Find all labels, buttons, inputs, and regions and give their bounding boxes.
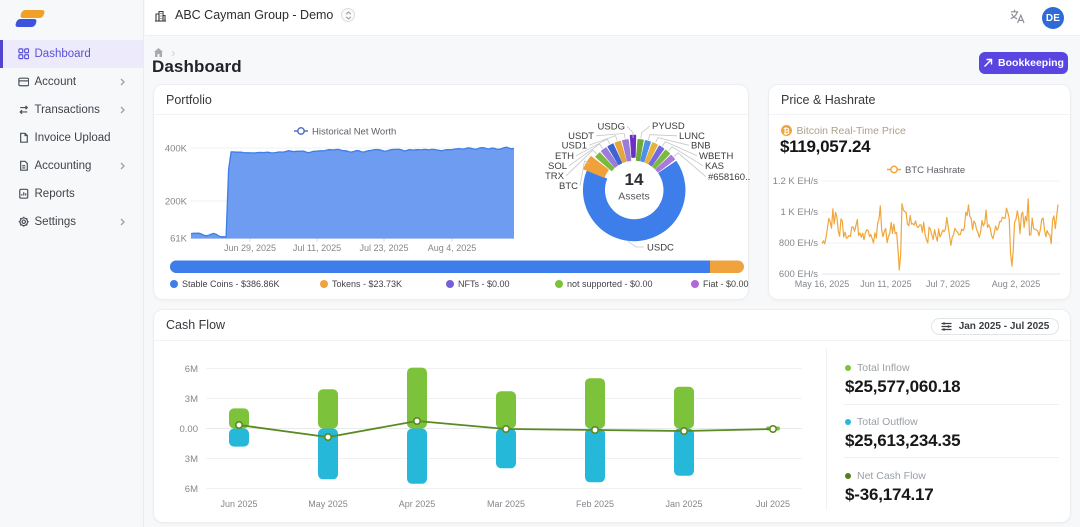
svg-text:Bitcoin Real-Time Price: Bitcoin Real-Time Price: [797, 125, 906, 137]
svg-text:Jun 2025: Jun 2025: [220, 499, 257, 509]
svg-text:400K: 400K: [165, 144, 188, 155]
svg-text:0.00: 0.00: [180, 424, 199, 435]
svg-text:Feb 2025: Feb 2025: [576, 499, 614, 509]
svg-text:1 K EH/s: 1 K EH/s: [781, 207, 819, 218]
svg-text:Jul 7, 2025: Jul 7, 2025: [926, 279, 970, 289]
svg-text:6M: 6M: [185, 364, 198, 375]
svg-text:#658160...: #658160...: [708, 172, 750, 183]
svg-text:May 16, 2025: May 16, 2025: [795, 279, 850, 289]
svg-text:USDG: USDG: [598, 122, 625, 133]
svg-text:Jul 11, 2025: Jul 11, 2025: [293, 243, 341, 253]
svg-text:Mar 2025: Mar 2025: [487, 499, 525, 509]
svg-text:3M: 3M: [185, 394, 198, 405]
svg-text:Jul 2025: Jul 2025: [756, 499, 790, 509]
svg-text:61K: 61K: [170, 234, 188, 245]
svg-text:6M: 6M: [185, 484, 198, 495]
svg-text:$119,057.24: $119,057.24: [780, 137, 871, 156]
svg-text:₿: ₿: [783, 127, 790, 136]
svg-text:Jun 11, 2025: Jun 11, 2025: [860, 279, 911, 289]
svg-text:BNB: BNB: [691, 141, 711, 152]
svg-text:1.2 K EH/s: 1.2 K EH/s: [773, 176, 819, 187]
svg-text:Apr 2025: Apr 2025: [399, 499, 436, 509]
svg-text:May 2025: May 2025: [308, 499, 348, 509]
svg-text:Historical Net Worth: Historical Net Worth: [312, 127, 396, 138]
svg-text:Jun 29, 2025: Jun 29, 2025: [224, 243, 276, 253]
svg-text:Jul 23, 2025: Jul 23, 2025: [359, 243, 408, 253]
svg-text:Aug 2, 2025: Aug 2, 2025: [992, 279, 1041, 289]
svg-text:KAS: KAS: [705, 161, 724, 172]
svg-text:BTC Hashrate: BTC Hashrate: [905, 165, 965, 176]
svg-text:800 EH/s: 800 EH/s: [779, 238, 818, 249]
svg-text:USD1: USD1: [562, 141, 587, 152]
svg-text:ETH: ETH: [555, 151, 574, 162]
svg-text:TRX: TRX: [545, 171, 565, 182]
svg-text:USDT: USDT: [568, 131, 594, 142]
svg-text:Aug 4, 2025: Aug 4, 2025: [428, 243, 477, 253]
svg-text:SOL: SOL: [548, 161, 567, 172]
svg-text:14: 14: [625, 170, 644, 189]
svg-text:Jan 2025: Jan 2025: [665, 499, 702, 509]
svg-text:3M: 3M: [185, 454, 198, 465]
svg-text:USDC: USDC: [647, 243, 674, 254]
svg-text:BTC: BTC: [559, 181, 578, 192]
svg-text:Assets: Assets: [618, 191, 650, 203]
svg-text:200K: 200K: [165, 197, 188, 208]
